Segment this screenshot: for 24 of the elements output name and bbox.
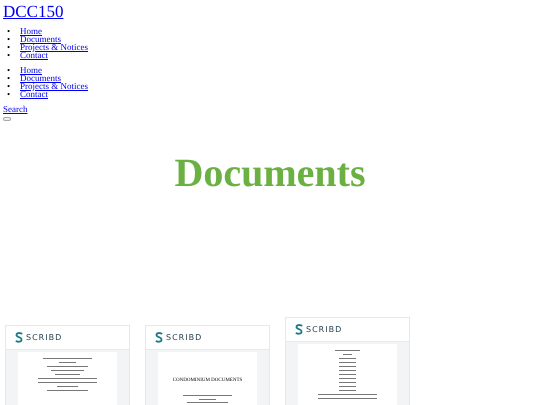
menu-toggle-button[interactable] bbox=[3, 117, 11, 121]
brand-wordmark: SCRIBD bbox=[166, 333, 202, 342]
logo-icon bbox=[15, 332, 23, 343]
bullet-marker: • bbox=[7, 43, 12, 51]
menu-link[interactable]: Projects & Notices bbox=[20, 81, 88, 91]
site-title-link[interactable]: DCC150 bbox=[3, 3, 64, 20]
logo-icon bbox=[155, 332, 163, 343]
menu-link[interactable]: Documents bbox=[20, 73, 61, 83]
bullet-marker: • bbox=[7, 66, 12, 74]
menu-link[interactable]: Home bbox=[20, 65, 42, 75]
logo-icon bbox=[295, 324, 303, 335]
brand-wordmark: SCRIBD bbox=[306, 325, 342, 334]
menu-link[interactable]: Home bbox=[20, 26, 42, 36]
bullet-marker: • bbox=[7, 90, 12, 98]
bullet-marker: • bbox=[7, 35, 12, 43]
bullet-marker: • bbox=[7, 74, 12, 82]
bullet-marker: • bbox=[7, 27, 12, 35]
bullet-marker: • bbox=[7, 82, 12, 90]
bullet-marker: • bbox=[7, 51, 12, 59]
brand-wordmark: SCRIBD bbox=[26, 333, 62, 342]
menu-link[interactable]: Projects & Notices bbox=[20, 42, 88, 52]
page-heading: Documents bbox=[173, 151, 367, 195]
menu-link[interactable]: Documents bbox=[20, 34, 61, 44]
search-link[interactable]: Search bbox=[3, 105, 28, 113]
